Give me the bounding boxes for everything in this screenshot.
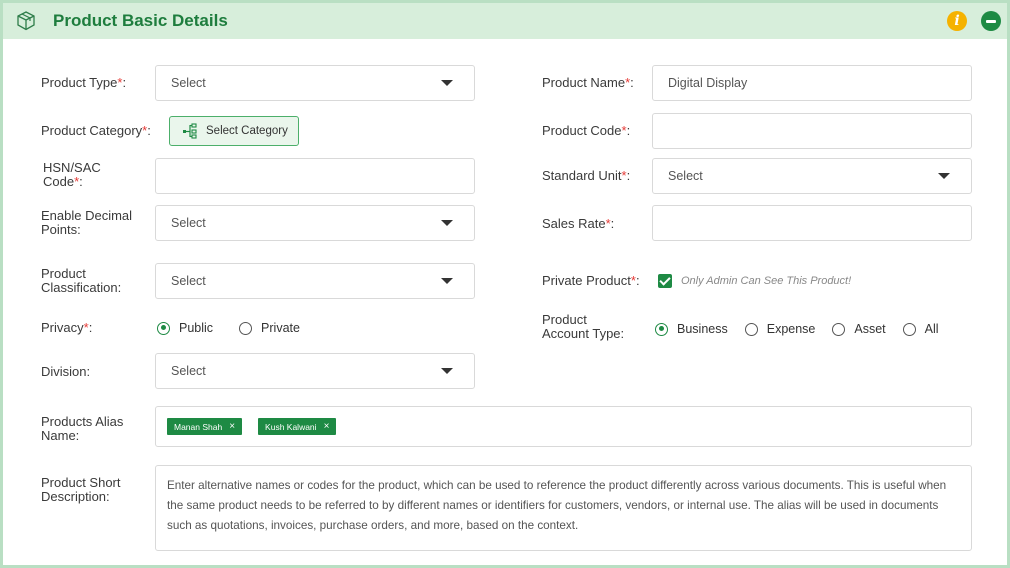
privacy-label: Privacy*: [41, 320, 93, 335]
product-code-label: Product Code*: [542, 123, 631, 138]
product-name-input[interactable]: Digital Display [652, 65, 972, 101]
enable-decimal-label: Enable Decimal Points: [41, 208, 133, 237]
enable-decimal-select[interactable]: Select [155, 205, 475, 241]
product-code-input[interactable] [652, 113, 972, 149]
radio-icon [902, 322, 916, 336]
box-icon [17, 11, 35, 31]
hsn-sac-label: HSN/SAC Code*: [43, 160, 101, 189]
select-category-label: Select Category [206, 125, 288, 137]
product-type-value: Select [171, 76, 206, 90]
account-type-all-radio[interactable]: All [902, 322, 939, 336]
account-type-label: Product Account Type: [542, 312, 625, 341]
product-name-label: Product Name*: [542, 75, 634, 90]
product-basic-details-card: Product Basic Details i Product Type*: S… [0, 0, 1010, 568]
product-category-label: Product Category*: [41, 123, 151, 138]
alias-tag: Kush Kalwani × [258, 418, 337, 435]
standard-unit-label: Standard Unit*: [542, 168, 631, 183]
privacy-private-radio[interactable]: Private [239, 321, 300, 335]
classification-select[interactable]: Select [155, 263, 475, 299]
tree-icon [183, 123, 197, 139]
chevron-down-icon [938, 173, 950, 179]
card-title: Product Basic Details [53, 11, 228, 30]
sales-rate-label: Sales Rate*: [542, 216, 615, 231]
product-type-select[interactable]: Select [155, 65, 475, 101]
close-icon[interactable]: × [229, 421, 235, 432]
product-type-label: Product Type*: [41, 75, 127, 90]
radio-selected-icon [655, 322, 668, 336]
radio-icon [744, 322, 758, 336]
chevron-down-icon [441, 80, 453, 86]
chevron-down-icon [441, 278, 453, 284]
radio-icon [832, 322, 846, 336]
account-type-asset-radio[interactable]: Asset [832, 322, 886, 336]
radio-selected-icon [157, 321, 170, 335]
standard-unit-select[interactable]: Select [652, 158, 972, 194]
short-description-label: Product Short Description: [41, 475, 121, 504]
alias-tags-input[interactable]: Manan Shah × Kush Kalwani × [155, 406, 972, 447]
privacy-public-radio[interactable]: Public [157, 321, 213, 335]
standard-unit-value: Select [668, 169, 703, 183]
select-category-button[interactable]: Select Category [169, 116, 299, 146]
private-product-checkbox-label: Only Admin Can See This Product! [681, 275, 852, 287]
radio-icon [239, 321, 253, 335]
hsn-sac-input[interactable] [155, 158, 475, 194]
classification-value: Select [171, 274, 206, 288]
minus-circle-icon[interactable] [981, 11, 1001, 31]
private-product-checkbox[interactable] [658, 274, 672, 288]
account-type-expense-radio[interactable]: Expense [744, 322, 815, 336]
account-type-business-radio[interactable]: Business [655, 322, 728, 336]
chevron-down-icon [441, 368, 453, 374]
product-name-value: Digital Display [668, 76, 748, 90]
private-product-label: Private Product*: [542, 273, 640, 288]
privacy-radio-group: Public Private [157, 321, 326, 335]
sales-rate-input[interactable] [652, 205, 972, 241]
card-header: Product Basic Details i [3, 3, 1007, 39]
enable-decimal-value: Select [171, 216, 206, 230]
division-label: Division: [41, 364, 91, 379]
alias-label: Products Alias Name: [41, 414, 124, 443]
division-value: Select [171, 364, 206, 378]
division-select[interactable]: Select [155, 353, 475, 389]
classification-label: Product Classification: [41, 266, 122, 295]
short-description-textarea[interactable]: Enter alternative names or codes for the… [155, 465, 972, 551]
info-icon[interactable]: i [947, 11, 967, 31]
account-type-radio-group: Business Expense Asset All [655, 322, 939, 336]
close-icon[interactable]: × [324, 421, 330, 432]
alias-tag: Manan Shah × [167, 418, 243, 435]
chevron-down-icon [441, 220, 453, 226]
